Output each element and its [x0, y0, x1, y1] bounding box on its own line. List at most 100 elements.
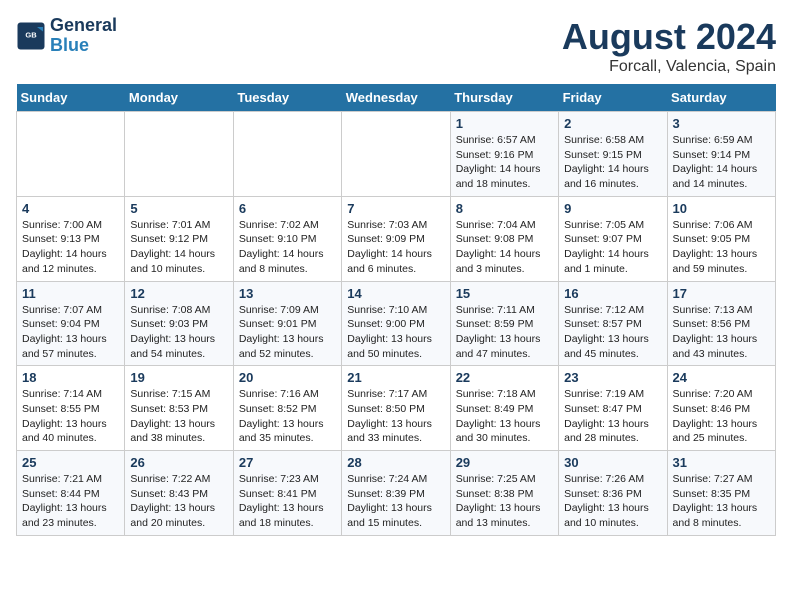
calendar-cell: 25Sunrise: 7:21 AM Sunset: 8:44 PM Dayli… — [17, 451, 125, 536]
day-number: 8 — [456, 201, 553, 216]
calendar-cell: 11 Sunrise: 7:07 AM Sunset: 9:04 PM Dayli… — [17, 281, 125, 366]
day-info: Sunrise: 7:04 AM Sunset: 9:08 PM Dayligh… — [456, 218, 553, 277]
day-number: 2 — [564, 116, 661, 131]
calendar-cell: 4 Sunrise: 7:00 AM Sunset: 9:13 PM Daylig… — [17, 196, 125, 281]
calendar-cell: 26Sunrise: 7:22 AM Sunset: 8:43 PM Dayli… — [125, 451, 233, 536]
calendar-cell: 9 Sunrise: 7:05 AM Sunset: 9:07 PM Daylig… — [559, 196, 667, 281]
day-number: 17 — [673, 286, 770, 301]
calendar-cell: 12Sunrise: 7:08 AM Sunset: 9:03 PM Dayli… — [125, 281, 233, 366]
day-info: Sunrise: 7:17 AM Sunset: 8:50 PM Dayligh… — [347, 387, 444, 446]
calendar-cell: 29 Sunrise: 7:25 AM Sunset: 8:38 PM Dayli… — [450, 451, 558, 536]
calendar-cell: 21 Sunrise: 7:17 AM Sunset: 8:50 PM Dayli… — [342, 366, 450, 451]
calendar-cell — [342, 112, 450, 197]
day-number: 11 — [22, 286, 119, 301]
day-number: 22 — [456, 370, 553, 385]
logo-text: General Blue — [50, 16, 117, 56]
calendar-cell — [233, 112, 341, 197]
day-number: 19 — [130, 370, 227, 385]
day-header-saturday: Saturday — [667, 84, 775, 112]
day-number: 6 — [239, 201, 336, 216]
calendar-week-1: 1 Sunrise: 6:57 AM Sunset: 9:16 PM Daylig… — [17, 112, 776, 197]
day-number: 18 — [22, 370, 119, 385]
page-title: August 2024 — [562, 16, 776, 58]
day-info: Sunrise: 7:18 AM Sunset: 8:49 PM Dayligh… — [456, 387, 553, 446]
calendar-week-5: 25Sunrise: 7:21 AM Sunset: 8:44 PM Dayli… — [17, 451, 776, 536]
day-info: Sunrise: 7:25 AM Sunset: 8:38 PM Dayligh… — [456, 472, 553, 531]
calendar-cell: 22 Sunrise: 7:18 AM Sunset: 8:49 PM Dayli… — [450, 366, 558, 451]
day-number: 21 — [347, 370, 444, 385]
calendar-cell: 28 Sunrise: 7:24 AM Sunset: 8:39 PM Dayli… — [342, 451, 450, 536]
day-number: 20 — [239, 370, 336, 385]
header: GB General Blue August 2024 Forcall, Val… — [16, 16, 776, 76]
day-header-thursday: Thursday — [450, 84, 558, 112]
day-number: 30 — [564, 455, 661, 470]
calendar-cell: 16Sunrise: 7:12 AM Sunset: 8:57 PM Dayli… — [559, 281, 667, 366]
day-number: 5 — [130, 201, 227, 216]
day-info: Sunrise: 7:19 AM Sunset: 8:47 PM Dayligh… — [564, 387, 661, 446]
day-header-sunday: Sunday — [17, 84, 125, 112]
day-header-friday: Friday — [559, 84, 667, 112]
day-number: 15 — [456, 286, 553, 301]
calendar-cell: 7 Sunrise: 7:03 AM Sunset: 9:09 PM Daylig… — [342, 196, 450, 281]
day-info: Sunrise: 7:02 AM Sunset: 9:10 PM Dayligh… — [239, 218, 336, 277]
calendar-cell: 18 Sunrise: 7:14 AM Sunset: 8:55 PM Dayli… — [17, 366, 125, 451]
day-header-tuesday: Tuesday — [233, 84, 341, 112]
calendar-cell — [17, 112, 125, 197]
svg-text:GB: GB — [25, 30, 37, 39]
calendar-week-4: 18 Sunrise: 7:14 AM Sunset: 8:55 PM Dayli… — [17, 366, 776, 451]
day-number: 1 — [456, 116, 553, 131]
calendar-cell: 15Sunrise: 7:11 AM Sunset: 8:59 PM Dayli… — [450, 281, 558, 366]
calendar-cell: 5 Sunrise: 7:01 AM Sunset: 9:12 PM Daylig… — [125, 196, 233, 281]
calendar-cell: 19 Sunrise: 7:15 AM Sunset: 8:53 PM Dayli… — [125, 366, 233, 451]
calendar-cell: 20Sunrise: 7:16 AM Sunset: 8:52 PM Dayli… — [233, 366, 341, 451]
day-number: 28 — [347, 455, 444, 470]
day-info: Sunrise: 7:08 AM Sunset: 9:03 PM Dayligh… — [130, 303, 227, 362]
day-info: Sunrise: 7:26 AM Sunset: 8:36 PM Dayligh… — [564, 472, 661, 531]
day-number: 7 — [347, 201, 444, 216]
day-number: 3 — [673, 116, 770, 131]
day-number: 9 — [564, 201, 661, 216]
logo-icon: GB — [16, 21, 46, 51]
calendar-cell: 6 Sunrise: 7:02 AM Sunset: 9:10 PM Daylig… — [233, 196, 341, 281]
day-info: Sunrise: 7:03 AM Sunset: 9:09 PM Dayligh… — [347, 218, 444, 277]
calendar-cell: 3 Sunrise: 6:59 AM Sunset: 9:14 PM Daylig… — [667, 112, 775, 197]
calendar-week-3: 11 Sunrise: 7:07 AM Sunset: 9:04 PM Dayli… — [17, 281, 776, 366]
calendar-cell: 31Sunrise: 7:27 AM Sunset: 8:35 PM Dayli… — [667, 451, 775, 536]
calendar-cell: 14 Sunrise: 7:10 AM Sunset: 9:00 PM Dayli… — [342, 281, 450, 366]
day-info: Sunrise: 7:13 AM Sunset: 8:56 PM Dayligh… — [673, 303, 770, 362]
day-info: Sunrise: 7:24 AM Sunset: 8:39 PM Dayligh… — [347, 472, 444, 531]
calendar-cell — [125, 112, 233, 197]
day-info: Sunrise: 7:20 AM Sunset: 8:46 PM Dayligh… — [673, 387, 770, 446]
calendar-cell: 2 Sunrise: 6:58 AM Sunset: 9:15 PM Daylig… — [559, 112, 667, 197]
day-info: Sunrise: 7:10 AM Sunset: 9:00 PM Dayligh… — [347, 303, 444, 362]
day-number: 31 — [673, 455, 770, 470]
day-info: Sunrise: 7:07 AM Sunset: 9:04 PM Dayligh… — [22, 303, 119, 362]
day-info: Sunrise: 6:58 AM Sunset: 9:15 PM Dayligh… — [564, 133, 661, 192]
calendar-cell: 17 Sunrise: 7:13 AM Sunset: 8:56 PM Dayli… — [667, 281, 775, 366]
logo: GB General Blue — [16, 16, 117, 56]
day-info: Sunrise: 6:59 AM Sunset: 9:14 PM Dayligh… — [673, 133, 770, 192]
day-number: 10 — [673, 201, 770, 216]
calendar-cell: 13Sunrise: 7:09 AM Sunset: 9:01 PM Dayli… — [233, 281, 341, 366]
calendar-cell: 1 Sunrise: 6:57 AM Sunset: 9:16 PM Daylig… — [450, 112, 558, 197]
calendar-cell: 24 Sunrise: 7:20 AM Sunset: 8:46 PM Dayli… — [667, 366, 775, 451]
calendar-cell: 8 Sunrise: 7:04 AM Sunset: 9:08 PM Daylig… — [450, 196, 558, 281]
day-info: Sunrise: 7:21 AM Sunset: 8:44 PM Dayligh… — [22, 472, 119, 531]
calendar-cell: 30 Sunrise: 7:26 AM Sunset: 8:36 PM Dayli… — [559, 451, 667, 536]
day-info: Sunrise: 7:14 AM Sunset: 8:55 PM Dayligh… — [22, 387, 119, 446]
calendar-cell: 23 Sunrise: 7:19 AM Sunset: 8:47 PM Dayli… — [559, 366, 667, 451]
day-number: 24 — [673, 370, 770, 385]
day-info: Sunrise: 7:01 AM Sunset: 9:12 PM Dayligh… — [130, 218, 227, 277]
calendar-table: SundayMondayTuesdayWednesdayThursdayFrid… — [16, 84, 776, 536]
day-header-wednesday: Wednesday — [342, 84, 450, 112]
day-info: Sunrise: 7:15 AM Sunset: 8:53 PM Dayligh… — [130, 387, 227, 446]
day-info: Sunrise: 6:57 AM Sunset: 9:16 PM Dayligh… — [456, 133, 553, 192]
day-number: 29 — [456, 455, 553, 470]
day-info: Sunrise: 7:06 AM Sunset: 9:05 PM Dayligh… — [673, 218, 770, 277]
day-number: 14 — [347, 286, 444, 301]
day-info: Sunrise: 7:00 AM Sunset: 9:13 PM Dayligh… — [22, 218, 119, 277]
day-number: 23 — [564, 370, 661, 385]
day-number: 4 — [22, 201, 119, 216]
calendar-header-row: SundayMondayTuesdayWednesdayThursdayFrid… — [17, 84, 776, 112]
day-info: Sunrise: 7:05 AM Sunset: 9:07 PM Dayligh… — [564, 218, 661, 277]
